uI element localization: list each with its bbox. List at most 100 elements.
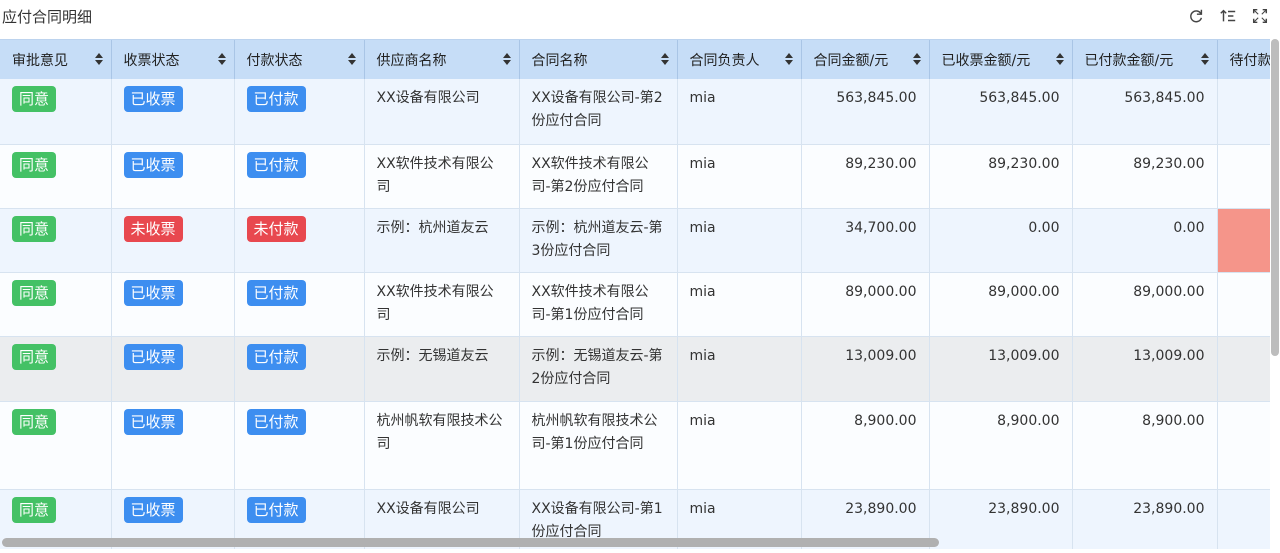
page-title: 应付合同明细	[2, 8, 93, 26]
horizontal-scrollbar-thumb[interactable]	[2, 538, 939, 547]
pending-cell	[1217, 401, 1270, 490]
supplier-cell: XX软件技术有限公司	[364, 144, 520, 209]
pending-cell	[1217, 208, 1270, 273]
owner-cell: mia	[677, 336, 802, 402]
contract-cell: XX设备有限公司-第2份应付合同	[519, 79, 678, 145]
amount-cell: 89,230.00	[801, 144, 930, 209]
contract-table: 审批意见 收票状态 付款状态 供应商名称 合同名称 合同负责人 合同金额/元 已…	[0, 39, 1270, 549]
paid-cell: 23,890.00	[1072, 489, 1218, 549]
table-row[interactable]: 同意 已收票 已付款 杭州帆软有限技术公司 杭州帆软有限技术公司-第1份应付合同…	[0, 401, 1270, 490]
invoice-status-badge: 已收票	[123, 496, 183, 523]
supplier-cell: 示例：杭州道友云	[364, 208, 520, 273]
sort-icon[interactable]	[784, 53, 793, 65]
sort-icon[interactable]	[94, 53, 103, 65]
fullscreen-icon[interactable]	[1250, 6, 1270, 26]
column-header-contract[interactable]: 合同名称	[519, 40, 678, 79]
column-header-invoiced-amount[interactable]: 已收票金额/元	[929, 40, 1073, 79]
paid-cell: 89,000.00	[1072, 272, 1218, 337]
sort-icon[interactable]	[347, 53, 356, 65]
table-row[interactable]: 同意 未收票 未付款 示例：杭州道友云 示例：杭州道友云-第3份应付合同 mia…	[0, 208, 1270, 273]
owner-cell: mia	[677, 79, 802, 145]
refresh-icon[interactable]	[1186, 6, 1206, 26]
sort-icon[interactable]	[912, 53, 921, 65]
invoiced-cell: 89,000.00	[929, 272, 1073, 337]
owner-cell: mia	[677, 401, 802, 490]
invoiced-cell: 89,230.00	[929, 144, 1073, 209]
payment-status-badge: 已付款	[246, 151, 306, 178]
supplier-cell: 杭州帆软有限技术公司	[364, 401, 520, 490]
invoiced-cell: 0.00	[929, 208, 1073, 273]
panel-header: 应付合同明细	[0, 0, 1280, 36]
supplier-cell: XX软件技术有限公司	[364, 272, 520, 337]
invoice-status-badge: 未收票	[123, 215, 183, 242]
approval-badge: 同意	[12, 496, 57, 523]
amount-cell: 563,845.00	[801, 79, 930, 145]
pending-cell	[1217, 144, 1270, 209]
payment-status-badge: 已付款	[246, 343, 306, 370]
owner-cell: mia	[677, 144, 802, 209]
payment-status-badge: 未付款	[246, 215, 306, 242]
payment-status-badge: 已付款	[246, 86, 306, 112]
amount-cell: 34,700.00	[801, 208, 930, 273]
contract-cell: 杭州帆软有限技术公司-第1份应付合同	[519, 401, 678, 490]
paid-cell: 563,845.00	[1072, 79, 1218, 145]
invoice-status-badge: 已收票	[123, 408, 183, 435]
table-row[interactable]: 同意 已收票 已付款 XX软件技术有限公司 XX软件技术有限公司-第2份应付合同…	[0, 144, 1270, 209]
sort-icon[interactable]	[1055, 53, 1064, 65]
horizontal-scrollbar[interactable]	[0, 538, 940, 548]
approval-badge: 同意	[12, 215, 57, 242]
table-row[interactable]: 同意 已收票 已付款 XX设备有限公司 XX设备有限公司-第2份应付合同 mia…	[0, 79, 1270, 145]
paid-cell: 13,009.00	[1072, 336, 1218, 402]
table-row[interactable]: 同意 已收票 已付款 XX软件技术有限公司 XX软件技术有限公司-第1份应付合同…	[0, 272, 1270, 337]
approval-badge: 同意	[12, 86, 57, 112]
payment-status-badge: 已付款	[246, 408, 306, 435]
invoice-status-badge: 已收票	[123, 151, 183, 178]
column-header-amount[interactable]: 合同金额/元	[801, 40, 930, 79]
amount-cell: 8,900.00	[801, 401, 930, 490]
supplier-cell: XX设备有限公司	[364, 79, 520, 145]
table-row[interactable]: 同意 已收票 已付款 示例：无锡道友云 示例：无锡道友云-第2份应付合同 mia…	[0, 336, 1270, 402]
column-header-pending[interactable]: 待付款	[1217, 40, 1270, 79]
column-header-owner[interactable]: 合同负责人	[677, 40, 802, 79]
approval-badge: 同意	[12, 279, 57, 306]
contract-cell: 示例：无锡道友云-第2份应付合同	[519, 336, 678, 402]
column-header-invoice-status[interactable]: 收票状态	[111, 40, 235, 79]
paid-cell: 0.00	[1072, 208, 1218, 273]
owner-cell: mia	[677, 208, 802, 273]
column-header-approval[interactable]: 审批意见	[0, 40, 112, 79]
invoiced-cell: 13,009.00	[929, 336, 1073, 402]
invoice-status-badge: 已收票	[123, 86, 183, 112]
invoice-status-badge: 已收票	[123, 343, 183, 370]
invoiced-cell: 23,890.00	[929, 489, 1073, 549]
approval-badge: 同意	[12, 151, 57, 178]
column-header-supplier[interactable]: 供应商名称	[364, 40, 520, 79]
toolbar	[1186, 6, 1270, 26]
sort-icon[interactable]	[660, 53, 669, 65]
vertical-scrollbar-thumb[interactable]	[1271, 39, 1279, 356]
paid-cell: 8,900.00	[1072, 401, 1218, 490]
sort-icon[interactable]	[1200, 53, 1209, 65]
sort-icon[interactable]	[217, 53, 226, 65]
paid-cell: 89,230.00	[1072, 144, 1218, 209]
pending-cell	[1217, 336, 1270, 402]
invoiced-cell: 8,900.00	[929, 401, 1073, 490]
sort-icon[interactable]	[502, 53, 511, 65]
sort-list-icon[interactable]	[1218, 6, 1238, 26]
payment-status-badge: 已付款	[246, 279, 306, 306]
amount-cell: 89,000.00	[801, 272, 930, 337]
table-header-row: 审批意见 收票状态 付款状态 供应商名称 合同名称 合同负责人 合同金额/元 已…	[0, 40, 1270, 79]
contract-cell: 示例：杭州道友云-第3份应付合同	[519, 208, 678, 273]
pending-cell	[1217, 272, 1270, 337]
approval-badge: 同意	[12, 343, 57, 370]
owner-cell: mia	[677, 272, 802, 337]
contract-cell: XX软件技术有限公司-第1份应付合同	[519, 272, 678, 337]
approval-badge: 同意	[12, 408, 57, 435]
column-header-payment-status[interactable]: 付款状态	[234, 40, 365, 79]
supplier-cell: 示例：无锡道友云	[364, 336, 520, 402]
invoiced-cell: 563,845.00	[929, 79, 1073, 145]
column-header-paid-amount[interactable]: 已付款金额/元	[1072, 40, 1218, 79]
contract-cell: XX软件技术有限公司-第2份应付合同	[519, 144, 678, 209]
vertical-scrollbar[interactable]	[1270, 39, 1280, 356]
pending-cell	[1217, 79, 1270, 145]
payment-status-badge: 已付款	[246, 496, 306, 523]
